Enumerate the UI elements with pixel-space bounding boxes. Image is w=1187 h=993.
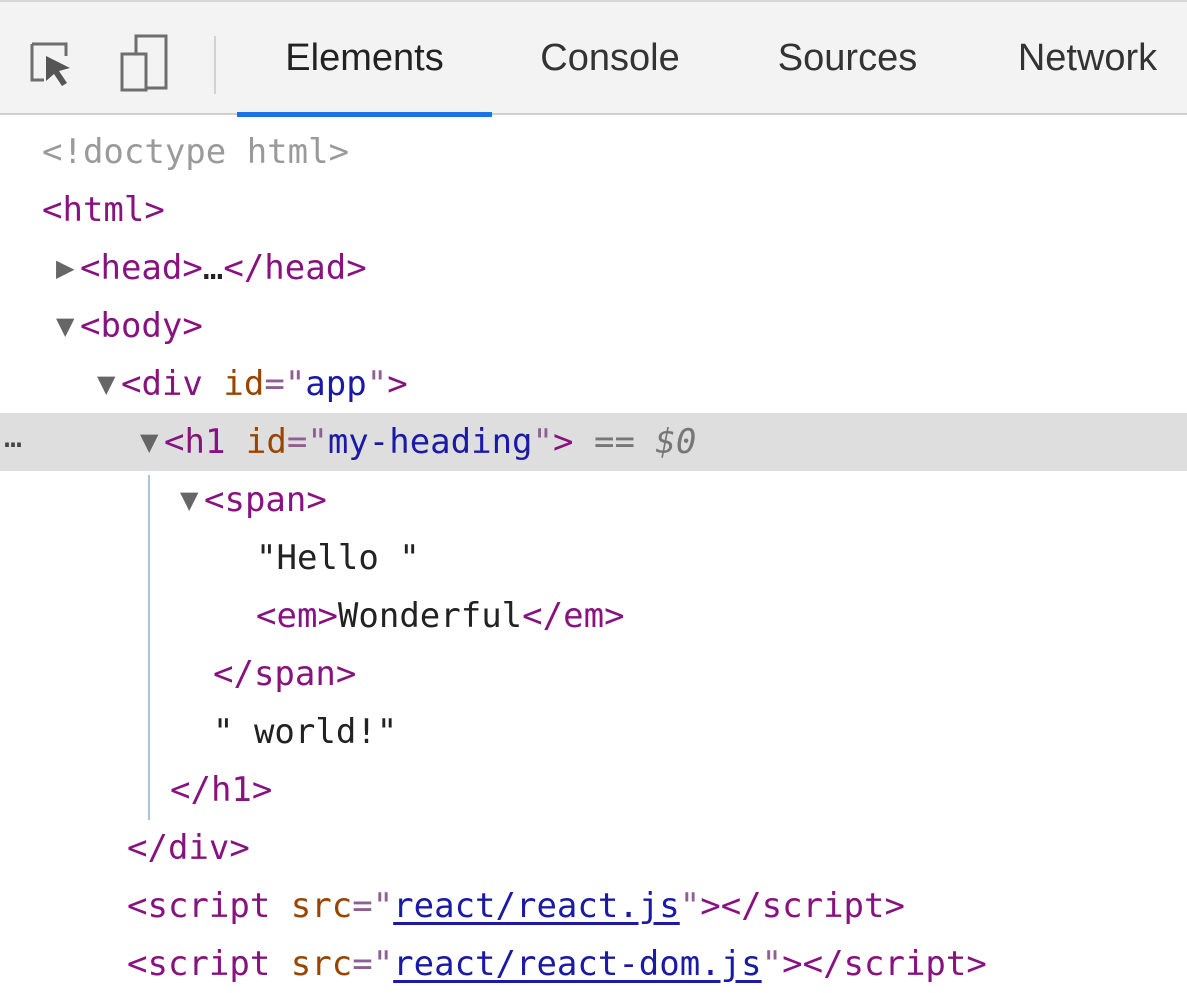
h1-tag-name: h1 (184, 422, 226, 462)
tab-elements[interactable]: Elements (237, 2, 492, 115)
tree-row-head[interactable]: ▶ <head>…</head> (0, 239, 1187, 297)
script-close-tag-name: script (761, 886, 885, 926)
script-src-link[interactable]: react/react-dom.js (393, 944, 761, 984)
h1-attr-name: id (245, 422, 287, 462)
tree-row-div-close[interactable]: </div> (0, 819, 1187, 877)
tree-row-body[interactable]: ▼ <body> (0, 297, 1187, 355)
span-close-tag-name: span (253, 654, 336, 694)
head-tag-name: head (100, 248, 183, 288)
tree-row-span[interactable]: ▼ <span> (0, 471, 1187, 529)
tree-row-script-react[interactable]: <script src="react/react.js"></script> (0, 877, 1187, 935)
collapse-arrow-icon[interactable]: ▼ (56, 297, 80, 355)
device-toolbar-icon[interactable] (118, 34, 168, 94)
head-close-tag-name: head (264, 248, 347, 288)
tree-row-text-hello[interactable]: "Hello " (0, 529, 1187, 587)
html-tag-name: html (62, 190, 145, 230)
div-tag-name: div (141, 364, 203, 404)
em-text: Wonderful (337, 596, 523, 636)
doctype-node: <!doctype html> (42, 132, 350, 172)
tree-row-h1-selected[interactable]: … ▼ <h1 id="my-heading"> == $0 (0, 413, 1187, 471)
elements-tree: <!doctype html> <html> ▶ <head>…</head> ▼… (0, 115, 1187, 987)
inspect-element-icon[interactable] (26, 34, 74, 94)
tree-row-em[interactable]: <em>Wonderful</em> (0, 587, 1187, 645)
text-node-world: " world!" (213, 712, 398, 752)
tree-row-div[interactable]: ▼ <div id="app"> (0, 355, 1187, 413)
devtools-toolbar: Elements Console Sources Network (0, 0, 1187, 117)
selected-node-variable: $0 (655, 422, 697, 462)
h1-attr-value: my-heading (327, 422, 533, 462)
div-attr-value: app (305, 364, 367, 404)
tree-row-span-close[interactable]: </span> (0, 645, 1187, 703)
em-close-tag-name: em (563, 596, 605, 636)
script-attr-name: src (290, 944, 353, 984)
div-close-tag-name: div (167, 828, 230, 868)
tree-row-h1-close[interactable]: </h1> (0, 761, 1187, 819)
script-close-tag-name: script (843, 944, 967, 984)
toolbar-separator (214, 36, 216, 94)
em-tag-name: em (276, 596, 318, 636)
tree-row-html[interactable]: <html> (0, 181, 1187, 239)
tree-row-doctype[interactable]: <!doctype html> (0, 123, 1187, 181)
script-tag-name: script (147, 886, 271, 926)
script-attr-name: src (290, 886, 353, 926)
script-src-link[interactable]: react/react.js (393, 886, 680, 926)
text-node-hello: "Hello " (256, 538, 420, 578)
row-actions-ellipsis[interactable]: … (4, 409, 23, 467)
body-tag-name: body (100, 306, 183, 346)
tab-sources[interactable]: Sources (750, 2, 945, 115)
h1-close-tag-name: h1 (210, 770, 252, 810)
tree-row-script-react-dom[interactable]: <script src="react/react-dom.js"></scrip… (0, 935, 1187, 993)
selected-node-marker: == (593, 422, 635, 462)
div-attr-name: id (223, 364, 265, 404)
collapse-arrow-icon[interactable]: ▼ (140, 413, 164, 471)
tab-console[interactable]: Console (512, 2, 708, 115)
collapse-arrow-icon[interactable]: ▼ (97, 355, 121, 413)
tree-row-text-world[interactable]: " world!" (0, 703, 1187, 761)
head-ellipsis[interactable]: … (203, 248, 223, 288)
expand-arrow-icon[interactable]: ▶ (56, 239, 80, 297)
selected-node-guide-line (148, 475, 150, 820)
span-tag-name: span (224, 480, 307, 520)
tab-network[interactable]: Network (990, 2, 1185, 115)
script-tag-name: script (147, 944, 271, 984)
collapse-arrow-icon[interactable]: ▼ (180, 471, 204, 529)
